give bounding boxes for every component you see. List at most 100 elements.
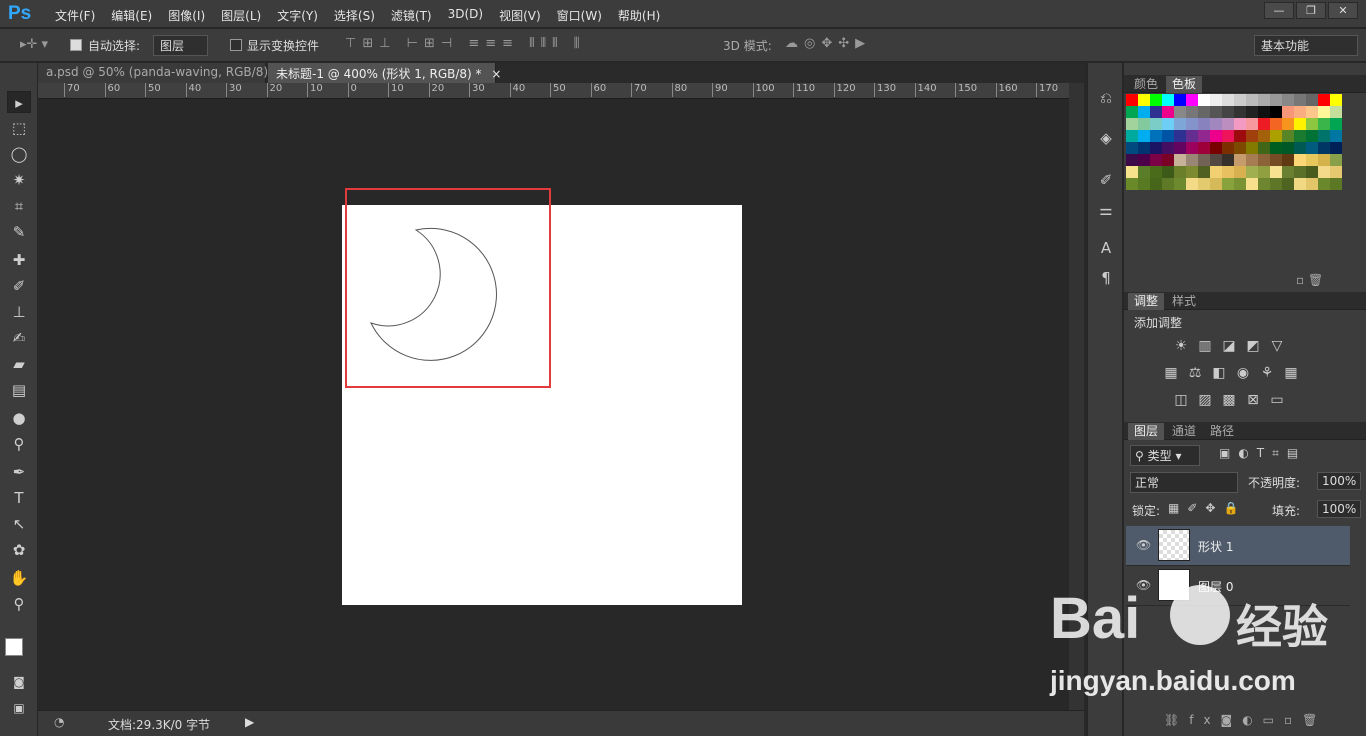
menu-file[interactable]: 文件(F) — [47, 7, 103, 24]
menu-help[interactable]: 帮助(H) — [610, 7, 668, 24]
layer-actions-icons[interactable]: ⛓fx◙◐▭▫🗑 — [1164, 713, 1327, 727]
color-swatch[interactable] — [1282, 118, 1294, 130]
menu-edit[interactable]: 编辑(E) — [103, 7, 160, 24]
color-swatch[interactable] — [1294, 166, 1306, 178]
dodge-tool-icon[interactable]: ⚲ — [7, 433, 31, 455]
color-swatch[interactable] — [1222, 142, 1234, 154]
screen-mode-icon[interactable]: ▣ — [7, 697, 31, 719]
color-swatch[interactable] — [1234, 94, 1246, 106]
color-swatch[interactable] — [1306, 166, 1318, 178]
healing-brush-icon[interactable]: ✚ — [7, 249, 31, 271]
auto-select-checkbox[interactable] — [70, 39, 82, 51]
history-brush-icon[interactable]: ✍ — [7, 327, 31, 349]
color-swatch[interactable] — [1210, 94, 1222, 106]
marquee-tool-icon[interactable]: ⬚ — [7, 117, 31, 139]
tab-panda-document[interactable]: a.psd @ 50% (panda-waving, RGB/8) * × — [38, 63, 298, 83]
color-swatch[interactable] — [1150, 118, 1162, 130]
color-swatch[interactable] — [1246, 106, 1258, 118]
color-swatch[interactable] — [1306, 130, 1318, 142]
color-swatch[interactable] — [1162, 154, 1174, 166]
color-swatch[interactable] — [1282, 130, 1294, 142]
type-tool-icon[interactable]: T — [7, 487, 31, 509]
layer-filter-icons[interactable]: ▣◐T⌗▤ — [1219, 446, 1306, 461]
menu-type[interactable]: 文字(Y) — [269, 7, 326, 24]
status-icon[interactable]: ◔ — [54, 715, 64, 729]
color-swatch[interactable] — [1150, 106, 1162, 118]
color-swatch[interactable] — [1330, 178, 1342, 190]
color-swatch[interactable] — [1198, 142, 1210, 154]
color-swatch[interactable] — [1138, 142, 1150, 154]
color-swatch[interactable] — [1174, 106, 1186, 118]
blur-tool-icon[interactable]: ● — [7, 407, 31, 429]
menu-view[interactable]: 视图(V) — [491, 7, 549, 24]
color-swatch[interactable] — [1246, 154, 1258, 166]
color-swatch[interactable] — [1174, 118, 1186, 130]
tab-swatches[interactable]: 色板 — [1166, 76, 1203, 93]
3d-panel-icon[interactable]: ◈ — [1096, 129, 1116, 149]
fill-input[interactable]: 100% — [1317, 500, 1361, 518]
color-swatch[interactable] — [1186, 130, 1198, 142]
color-swatch[interactable] — [1210, 130, 1222, 142]
color-swatch[interactable] — [1198, 118, 1210, 130]
opacity-input[interactable]: 100% — [1317, 472, 1361, 490]
menu-window[interactable]: 窗口(W) — [549, 7, 610, 24]
color-swatch[interactable] — [1306, 106, 1318, 118]
move-tool-icon[interactable]: ▸ — [7, 91, 31, 113]
color-swatch[interactable] — [1162, 166, 1174, 178]
color-swatch[interactable] — [1258, 118, 1270, 130]
color-swatch[interactable] — [1150, 94, 1162, 106]
color-swatch[interactable] — [1126, 94, 1138, 106]
color-swatch[interactable] — [1258, 166, 1270, 178]
zoom-tool-icon[interactable]: ⚲ — [7, 593, 31, 615]
color-swatch[interactable] — [1246, 142, 1258, 154]
color-balance-icon[interactable]: ⚖ — [1186, 364, 1204, 382]
color-swatch[interactable] — [1270, 154, 1282, 166]
gradient-tool-icon[interactable]: ▤ — [7, 379, 31, 401]
color-lookup-icon[interactable]: ▦ — [1282, 364, 1300, 382]
color-swatch[interactable] — [1258, 154, 1270, 166]
layer-row-shape[interactable]: 👁 形状 1 — [1126, 526, 1350, 566]
workspace-dropdown[interactable]: 基本功能 — [1254, 35, 1358, 56]
color-swatch[interactable] — [1282, 154, 1294, 166]
color-swatch[interactable] — [1318, 166, 1330, 178]
foreground-color-swatch[interactable] — [5, 638, 23, 656]
show-transform-checkbox[interactable] — [230, 39, 242, 51]
color-swatch[interactable] — [1162, 178, 1174, 190]
crop-tool-icon[interactable]: ⌗ — [7, 195, 31, 217]
color-swatch[interactable] — [1126, 142, 1138, 154]
color-swatch[interactable] — [1126, 166, 1138, 178]
magic-wand-icon[interactable]: ✷ — [7, 169, 31, 191]
color-swatch[interactable] — [1282, 178, 1294, 190]
color-swatch[interactable] — [1186, 118, 1198, 130]
color-swatch[interactable] — [1330, 166, 1342, 178]
color-swatch[interactable] — [1270, 94, 1282, 106]
color-swatch[interactable] — [1198, 130, 1210, 142]
color-swatch[interactable] — [1162, 142, 1174, 154]
color-swatch[interactable] — [1282, 94, 1294, 106]
color-swatch[interactable] — [1174, 130, 1186, 142]
color-swatch[interactable] — [1150, 166, 1162, 178]
color-swatch[interactable] — [1210, 118, 1222, 130]
tab-adjustments[interactable]: 调整 — [1128, 293, 1165, 310]
menu-image[interactable]: 图像(I) — [160, 7, 213, 24]
menu-layer[interactable]: 图层(L) — [213, 7, 269, 24]
color-swatch[interactable] — [1306, 118, 1318, 130]
color-swatch[interactable] — [1234, 154, 1246, 166]
levels-icon[interactable]: ▥ — [1196, 337, 1214, 355]
color-swatch[interactable] — [1330, 118, 1342, 130]
color-swatch[interactable] — [1306, 94, 1318, 106]
color-swatch[interactable] — [1222, 106, 1234, 118]
brightness-icon[interactable]: ☀ — [1172, 337, 1190, 355]
color-swatch[interactable] — [1246, 166, 1258, 178]
color-swatch[interactable] — [1198, 94, 1210, 106]
color-swatch[interactable] — [1270, 142, 1282, 154]
color-swatch[interactable] — [1186, 106, 1198, 118]
color-swatch[interactable] — [1294, 154, 1306, 166]
color-swatch[interactable] — [1318, 178, 1330, 190]
pen-tool-icon[interactable]: ✒ — [7, 461, 31, 483]
color-swatch[interactable] — [1258, 142, 1270, 154]
color-swatch[interactable] — [1162, 130, 1174, 142]
path-select-icon[interactable]: ↖ — [7, 513, 31, 535]
auto-select-dropdown[interactable]: 图层 — [153, 35, 208, 56]
eraser-icon[interactable]: ▰ — [7, 353, 31, 375]
